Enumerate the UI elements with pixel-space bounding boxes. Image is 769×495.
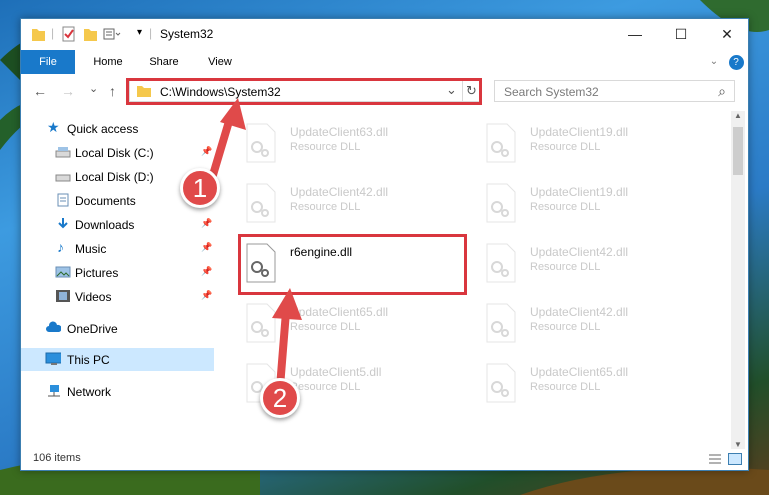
file-tile[interactable]: UpdateClient63.dll Resource DLL: [239, 117, 469, 169]
up-button[interactable]: ↑: [109, 83, 116, 99]
expand-ribbon-icon[interactable]: ⌄: [706, 50, 722, 74]
arrow-to-file: [272, 288, 302, 391]
pictures-icon: [55, 266, 71, 278]
vertical-scrollbar[interactable]: ▲ ▼: [731, 111, 745, 449]
file-tile[interactable]: UpdateClient65.dll Resource DLL: [479, 357, 709, 409]
minimize-button[interactable]: —: [612, 19, 658, 50]
folder-icon: [32, 29, 45, 41]
pin-icon: 📌: [201, 266, 213, 276]
window-title: System32: [160, 27, 214, 41]
tiles-view-icon[interactable]: [728, 453, 742, 465]
forward-button[interactable]: →: [61, 83, 75, 99]
videos-icon: [56, 290, 70, 302]
cloud-icon: [46, 321, 61, 332]
pin-icon: 📌: [201, 218, 213, 228]
search-box[interactable]: Search System32 ⌕: [494, 80, 735, 102]
step-1-badge: 1: [180, 168, 220, 208]
sidebar-item-this-pc[interactable]: This PC: [21, 348, 214, 371]
dll-file-icon: [486, 123, 516, 163]
file-tile[interactable]: UpdateClient42.dll Resource DLL: [239, 177, 469, 229]
file-type: Resource DLL: [530, 141, 601, 153]
sidebar-item-quick-access[interactable]: ★ Quick access: [21, 117, 214, 140]
file-type: Resource DLL: [290, 141, 361, 153]
back-button[interactable]: ←: [33, 83, 47, 99]
dll-file-icon: [486, 363, 516, 403]
downloads-icon: [58, 218, 68, 229]
item-count: 106 items: [33, 452, 81, 464]
tab-share[interactable]: Share: [139, 50, 189, 74]
dll-file-icon: [486, 303, 516, 343]
navigation-pane: ★ Quick access Local Disk (C:) 📌 Local D…: [21, 117, 216, 457]
new-folder-icon[interactable]: [83, 26, 97, 42]
sidebar-item-music[interactable]: ♪ Music 📌: [21, 237, 214, 260]
scroll-up-icon[interactable]: ▲: [734, 111, 742, 120]
file-name: UpdateClient42.dll: [290, 185, 389, 199]
tab-home[interactable]: Home: [83, 50, 133, 74]
search-input[interactable]: Search System32: [504, 85, 599, 99]
music-icon: ♪: [57, 239, 64, 255]
file-name: UpdateClient42.dll: [530, 245, 629, 259]
maximize-button[interactable]: ☐: [658, 19, 704, 50]
address-bar-highlight: [126, 78, 482, 105]
sidebar-item-local-disk-c[interactable]: Local Disk (C:) 📌: [21, 141, 214, 164]
close-button[interactable]: ✕: [704, 19, 750, 50]
tab-file[interactable]: File: [21, 50, 75, 74]
quick-access-dropdown-icon[interactable]: ▾: [137, 27, 142, 43]
file-name: UpdateClient63.dll: [290, 125, 389, 139]
scroll-down-icon[interactable]: ▼: [734, 440, 742, 449]
title-bar: | ▾ | System32 — ☐ ✕: [21, 19, 748, 50]
pin-icon: 📌: [201, 290, 213, 300]
details-view-icon[interactable]: [708, 453, 722, 465]
file-tile[interactable]: UpdateClient19.dll Resource DLL: [479, 117, 709, 169]
file-tile[interactable]: UpdateClient19.dll Resource DLL: [479, 177, 709, 229]
documents-icon: [57, 193, 69, 207]
pin-icon: 📌: [201, 242, 213, 252]
computer-icon: [45, 352, 61, 365]
dll-file-icon: [486, 243, 516, 283]
customize-toolbar-icon[interactable]: [103, 26, 123, 42]
file-name: UpdateClient19.dll: [530, 185, 629, 199]
drive-icon: [55, 174, 71, 182]
file-type: Resource DLL: [530, 201, 601, 213]
dll-file-icon: [486, 183, 516, 223]
step-2-badge: 2: [260, 378, 300, 418]
network-icon: [48, 385, 60, 397]
file-name: UpdateClient42.dll: [530, 305, 629, 319]
separator: |: [51, 26, 55, 40]
star-icon: ★: [47, 119, 60, 135]
file-type: Resource DLL: [530, 381, 601, 393]
sidebar-item-pictures[interactable]: Pictures 📌: [21, 261, 214, 284]
sidebar-item-downloads[interactable]: Downloads 📌: [21, 213, 214, 236]
file-type: Resource DLL: [530, 321, 601, 333]
recent-locations-button[interactable]: ⌄: [89, 82, 98, 95]
separator: |: [149, 26, 153, 40]
file-type: Resource DLL: [530, 261, 601, 273]
file-name: UpdateClient19.dll: [530, 125, 629, 139]
drive-icon: [55, 147, 71, 158]
file-tile[interactable]: UpdateClient42.dll Resource DLL: [479, 297, 709, 349]
properties-icon[interactable]: [61, 26, 77, 42]
help-icon[interactable]: ?: [727, 50, 745, 74]
file-tile[interactable]: UpdateClient42.dll Resource DLL: [479, 237, 709, 289]
sidebar-item-network[interactable]: Network: [21, 380, 214, 403]
scrollbar-thumb[interactable]: [733, 127, 743, 175]
sidebar-item-videos[interactable]: Videos 📌: [21, 285, 214, 308]
ribbon-tabs: File Home Share View ⌄ ?: [21, 50, 748, 74]
search-icon[interactable]: ⌕: [718, 83, 726, 100]
file-name: UpdateClient65.dll: [530, 365, 629, 379]
file-type: Resource DLL: [290, 201, 361, 213]
sidebar-item-onedrive[interactable]: OneDrive: [21, 317, 214, 340]
tab-view[interactable]: View: [195, 50, 245, 74]
